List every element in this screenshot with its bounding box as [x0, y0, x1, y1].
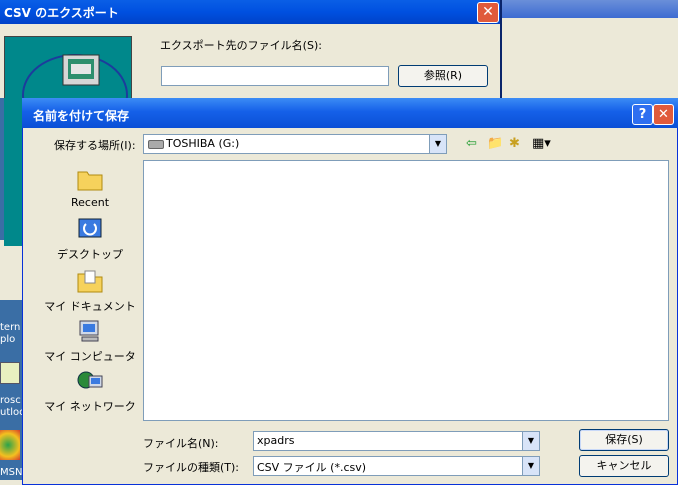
- place-recent[interactable]: Recent: [42, 166, 138, 209]
- csv-illustration: [4, 36, 132, 136]
- outlook-icon[interactable]: [0, 362, 20, 384]
- csv-filename-input[interactable]: [161, 66, 389, 86]
- filetype-value: CSV ファイル (*.csv): [257, 461, 367, 474]
- new-folder-icon[interactable]: ✱: [509, 136, 520, 152]
- computer-illustration-icon: [22, 54, 128, 136]
- my-network-icon: [77, 371, 103, 389]
- lookin-value: TOSHIBA (G:): [166, 137, 240, 150]
- place-desktop[interactable]: デスクトップ: [42, 216, 138, 262]
- my-documents-icon: [77, 270, 103, 293]
- place-label: Recent: [70, 196, 110, 209]
- recent-folder-icon: [77, 171, 103, 191]
- csv-filename-label: エクスポート先のファイル名(S):: [160, 39, 322, 52]
- filename-value: xpadrs: [257, 434, 295, 447]
- file-list[interactable]: [143, 160, 669, 421]
- place-my-documents[interactable]: マイ ドキュメント: [42, 268, 138, 314]
- cancel-button[interactable]: キャンセル: [579, 455, 669, 477]
- back-icon[interactable]: ⇦: [466, 136, 477, 152]
- place-label: デスクトップ: [57, 248, 123, 261]
- filename-input[interactable]: xpadrs ▼: [253, 431, 540, 451]
- drive-icon: [148, 140, 164, 149]
- help-button[interactable]: ?: [632, 104, 653, 125]
- chevron-down-icon[interactable]: ▼: [522, 457, 539, 475]
- browse-button[interactable]: 参照(R): [398, 65, 488, 87]
- lookin-dropdown[interactable]: TOSHIBA (G:) ▼: [143, 134, 447, 154]
- save-button[interactable]: 保存(S): [579, 429, 669, 451]
- filetype-label: ファイルの種類(T):: [143, 461, 240, 474]
- desktop-icon-label[interactable]: rosc: [0, 395, 21, 406]
- csv-export-title: CSV のエクスポート: [4, 6, 119, 20]
- places-bar: Recent デスクトップ マイ ドキュメント マイ コンピュータ マイ ネット…: [42, 160, 138, 430]
- place-label: マイ コンピュータ: [44, 350, 136, 363]
- filename-label: ファイル名(N):: [143, 437, 219, 450]
- view-menu-icon[interactable]: ▦▾: [532, 136, 551, 152]
- close-button[interactable]: ✕: [653, 104, 674, 125]
- chevron-down-icon[interactable]: ▼: [522, 432, 539, 450]
- desktop-icon: [78, 218, 102, 238]
- desktop-icon-label[interactable]: plo: [0, 334, 15, 345]
- csv-close-button[interactable]: ✕: [477, 2, 499, 23]
- place-my-computer[interactable]: マイ コンピュータ: [42, 318, 138, 364]
- chevron-down-icon[interactable]: ▼: [429, 135, 446, 153]
- desktop-icon-label[interactable]: tern: [0, 322, 20, 333]
- place-label: マイ ドキュメント: [44, 300, 136, 313]
- place-my-network[interactable]: マイ ネットワーク: [42, 368, 138, 414]
- msn-icon[interactable]: [0, 430, 20, 460]
- lookin-label: 保存する場所(I):: [54, 139, 136, 152]
- place-label: マイ ネットワーク: [44, 400, 136, 413]
- save-as-title: 名前を付けて保存: [33, 109, 130, 123]
- desktop-icon-label[interactable]: MSN: [0, 467, 22, 478]
- filetype-dropdown[interactable]: CSV ファイル (*.csv) ▼: [253, 456, 540, 476]
- up-folder-icon[interactable]: 📁: [487, 136, 503, 152]
- my-computer-icon: [79, 320, 99, 342]
- background-window-titlebar: [500, 0, 678, 18]
